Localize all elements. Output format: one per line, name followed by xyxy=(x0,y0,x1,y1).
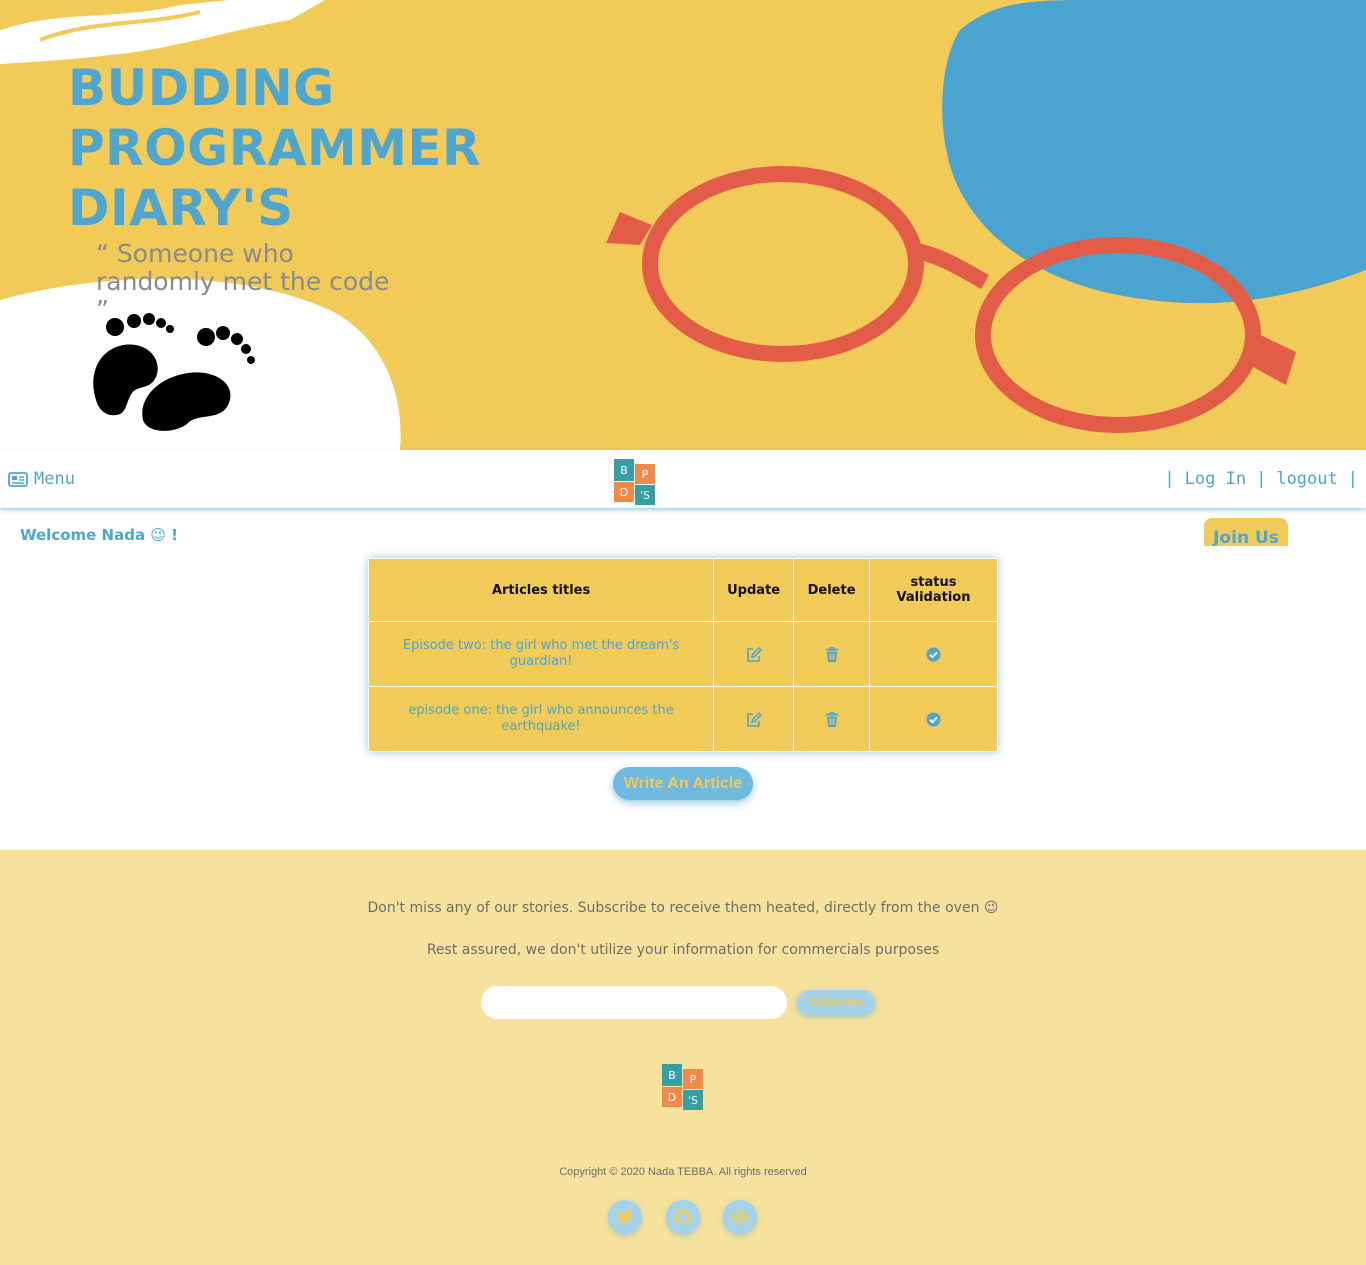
table-row: Episode two: the girl who met the dream'… xyxy=(367,621,998,687)
logo-letter: P xyxy=(690,1073,697,1086)
logo-letter: B xyxy=(620,464,628,477)
trash-icon[interactable] xyxy=(825,711,838,727)
logo-letter: D xyxy=(668,1091,676,1104)
delete-cell xyxy=(793,686,871,752)
subscribe-pitch: Don't miss any of our stories. Subscribe… xyxy=(367,900,999,916)
nav-separator: | xyxy=(1164,469,1175,489)
email-field[interactable] xyxy=(481,986,787,1019)
github-icon xyxy=(675,1209,691,1225)
menu-label: Menu xyxy=(34,469,75,489)
article-title-link[interactable]: Episode two: the girl who met the dream'… xyxy=(367,621,715,687)
codepen-link[interactable] xyxy=(723,1200,757,1234)
logo-letter: D xyxy=(620,486,628,499)
menu-button[interactable]: Menu xyxy=(8,469,75,489)
site-logo[interactable]: B P D 'S xyxy=(614,459,656,505)
column-header-delete: Delete xyxy=(793,558,871,622)
logo-letter: 'S xyxy=(688,1094,698,1107)
navbar: Menu B P D 'S | Log In | logout | xyxy=(0,450,1366,508)
footer-logo: B P D 'S xyxy=(662,1064,703,1110)
articles-table: Articles titles Update Delete status Val… xyxy=(367,558,998,752)
status-cell xyxy=(869,621,998,687)
github-link[interactable] xyxy=(666,1200,700,1234)
join-us-button[interactable]: Join Us xyxy=(1204,518,1288,546)
footer: Don't miss any of our stories. Subscribe… xyxy=(0,850,1366,1265)
welcome-message: Welcome Nada 😉 ! xyxy=(20,526,179,544)
footprints-icon xyxy=(93,313,255,431)
column-header-update: Update xyxy=(713,558,795,622)
delete-cell xyxy=(793,621,871,687)
subscribe-button[interactable]: Subscribe xyxy=(797,990,875,1015)
codepen-icon xyxy=(732,1209,748,1225)
twitter-icon xyxy=(617,1210,633,1224)
site-title-line: BUDDING xyxy=(68,59,335,117)
column-header-titles: Articles titles xyxy=(367,558,715,622)
site-title-line: DIARY'S xyxy=(68,179,294,237)
logout-link[interactable]: logout xyxy=(1276,469,1337,489)
status-cell xyxy=(869,686,998,752)
privacy-note: Rest assured, we don't utilize your info… xyxy=(426,942,940,958)
site-title: BUDDING PROGRAMMER DIARY'S xyxy=(68,58,481,238)
logo-letter: 'S xyxy=(640,489,650,502)
edit-icon[interactable] xyxy=(746,646,762,662)
nav-separator: | xyxy=(1347,469,1358,489)
trash-icon[interactable] xyxy=(825,646,838,662)
article-title-link[interactable]: episode one: the girl who announces the … xyxy=(367,686,715,752)
site-title-line: PROGRAMMER xyxy=(68,119,482,177)
newspaper-icon xyxy=(8,471,28,487)
column-header-status: status Validation xyxy=(869,558,998,622)
edit-icon[interactable] xyxy=(746,711,762,727)
twitter-link[interactable] xyxy=(608,1200,642,1234)
logo-letter: P xyxy=(642,468,649,481)
write-article-button[interactable]: Write An Article xyxy=(613,767,753,800)
login-link[interactable]: Log In xyxy=(1185,469,1246,489)
nav-separator: | xyxy=(1256,469,1267,489)
hero-banner: BUDDING PROGRAMMER DIARY'S “ Someone who… xyxy=(0,0,1366,450)
check-circle-icon xyxy=(926,647,941,661)
auth-links: | Log In | logout | xyxy=(1164,469,1358,489)
table-row: episode one: the girl who announces the … xyxy=(367,686,998,752)
update-cell xyxy=(713,686,795,752)
table-header-row: Articles titles Update Delete status Val… xyxy=(367,558,998,622)
logo-letter: B xyxy=(668,1069,676,1082)
copyright-text: Copyright © 2020 Nada TEBBA. All rights … xyxy=(559,1166,807,1178)
update-cell xyxy=(713,621,795,687)
check-circle-icon xyxy=(926,712,941,726)
